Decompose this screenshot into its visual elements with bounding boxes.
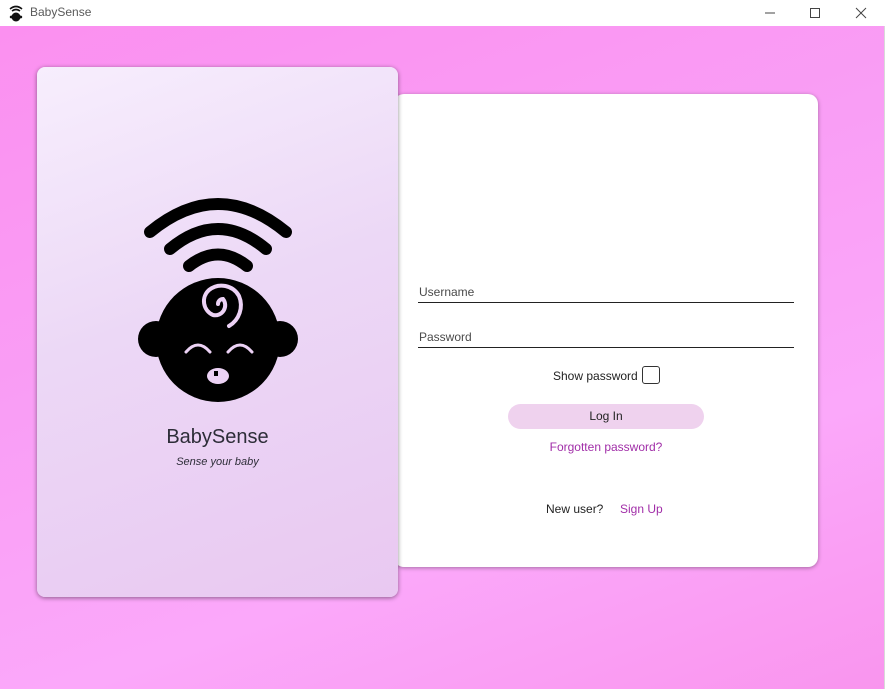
new-user-label: New user? — [546, 502, 604, 516]
brand-tagline: Sense your baby — [176, 456, 259, 468]
brand-card: BabySense Sense your baby — [37, 67, 398, 597]
minimize-icon — [765, 12, 775, 14]
minimize-button[interactable] — [747, 0, 793, 26]
baby-app-icon — [8, 4, 24, 22]
show-password-label: Show password — [553, 369, 638, 383]
login-button[interactable]: Log In — [508, 404, 704, 429]
signup-link[interactable]: Sign Up — [620, 502, 663, 516]
brand-name: BabySense — [166, 426, 269, 448]
show-password-checkbox[interactable] — [642, 366, 660, 384]
maximize-button[interactable] — [792, 0, 838, 26]
maximize-icon — [810, 8, 820, 18]
username-input[interactable] — [418, 281, 794, 303]
forgot-password-link[interactable]: Forgotten password? — [508, 440, 704, 454]
title-bar[interactable]: BabySense — [0, 0, 885, 26]
close-icon — [855, 7, 867, 19]
window-title: BabySense — [30, 5, 92, 19]
password-input[interactable] — [418, 326, 794, 348]
baby-signal-logo — [138, 198, 298, 402]
close-button[interactable] — [838, 0, 884, 26]
